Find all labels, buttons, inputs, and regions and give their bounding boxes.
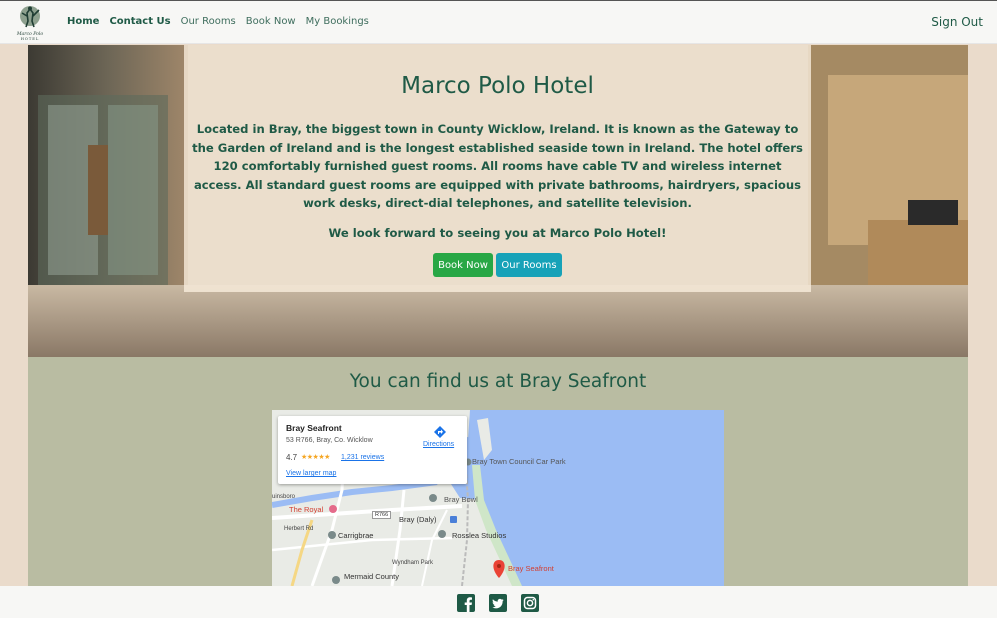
- map-label-rosslea: Rosslea Studios: [452, 531, 507, 540]
- find-us-section: You can find us at Bray Seafront Bray Se…: [28, 357, 968, 586]
- road-shield-r766: R766: [372, 511, 392, 519]
- map-label-bray-seafront: Bray Seafront: [508, 564, 554, 573]
- map-label-town-council: Bray Town Council Car Park: [472, 457, 566, 466]
- directions-icon[interactable]: [433, 425, 447, 439]
- map-info-card: Bray Seafront 53 R766, Bray, Co. Wicklow…: [278, 416, 467, 484]
- map-card-address: 53 R766, Bray, Co. Wicklow: [286, 437, 373, 444]
- hero-title: Marco Polo Hotel: [401, 73, 594, 99]
- our-rooms-button[interactable]: Our Rooms: [496, 253, 562, 277]
- map-label-bray-bowl: Bray Bowl: [444, 495, 478, 504]
- hotel-logo[interactable]: Marco Polo HOTEL: [6, 4, 54, 42]
- nav-link-my-bookings[interactable]: My Bookings: [306, 16, 369, 27]
- map-card-title: Bray Seafront: [286, 423, 342, 433]
- map-label-bray-daly: Bray (Daly): [399, 515, 437, 524]
- hero-info-card: Marco Polo Hotel Located in Bray, the bi…: [184, 45, 811, 292]
- nav-link-home[interactable]: Home: [67, 16, 99, 27]
- map-label-quinsboro: uinsboro: [272, 494, 296, 500]
- map-card-rating: 4.7: [286, 453, 298, 462]
- sign-out-link[interactable]: Sign Out: [931, 15, 983, 29]
- rating-stars-icon: ★★★★★: [301, 454, 330, 461]
- map-label-carrigbrae: Carrigbrae: [338, 531, 374, 540]
- nav-link-book-now[interactable]: Book Now: [246, 16, 296, 27]
- find-us-title: You can find us at Bray Seafront: [349, 371, 647, 392]
- nav-link-our-rooms[interactable]: Our Rooms: [181, 16, 236, 27]
- facebook-icon[interactable]: [457, 594, 475, 612]
- navbar: Marco Polo HOTEL Home Contact Us Our Roo…: [0, 1, 997, 44]
- map-label-wyndham-park: Wyndham Park: [392, 560, 433, 566]
- svg-text:HOTEL: HOTEL: [21, 37, 40, 41]
- view-larger-map-link[interactable]: View larger map: [286, 470, 336, 477]
- map-label-herbert-rd: Herbert Rd: [284, 526, 314, 532]
- map-label-mermaid: Mermaid County: [344, 572, 400, 581]
- instagram-icon[interactable]: [521, 594, 539, 612]
- footer: [0, 586, 997, 618]
- hero-section: Marco Polo Hotel Located in Bray, the bi…: [28, 45, 968, 357]
- nav-link-contact-us[interactable]: Contact Us: [109, 16, 170, 27]
- nav-links: Home Contact Us Our Rooms Book Now My Bo…: [67, 16, 369, 27]
- map-card-reviews-link[interactable]: 1,231 reviews: [341, 454, 384, 461]
- hero-welcome-text: We look forward to seeing you at Marco P…: [328, 226, 667, 240]
- book-now-button[interactable]: Book Now: [433, 253, 493, 277]
- directions-link[interactable]: Directions: [423, 441, 454, 448]
- embedded-map[interactable]: Bray Seafront 53 R766, Bray, Co. Wicklow…: [272, 410, 724, 586]
- map-label-the-royal: The Royal: [289, 505, 324, 514]
- twitter-icon[interactable]: [489, 594, 507, 612]
- hero-description: Located in Bray, the biggest town in Cou…: [192, 122, 803, 210]
